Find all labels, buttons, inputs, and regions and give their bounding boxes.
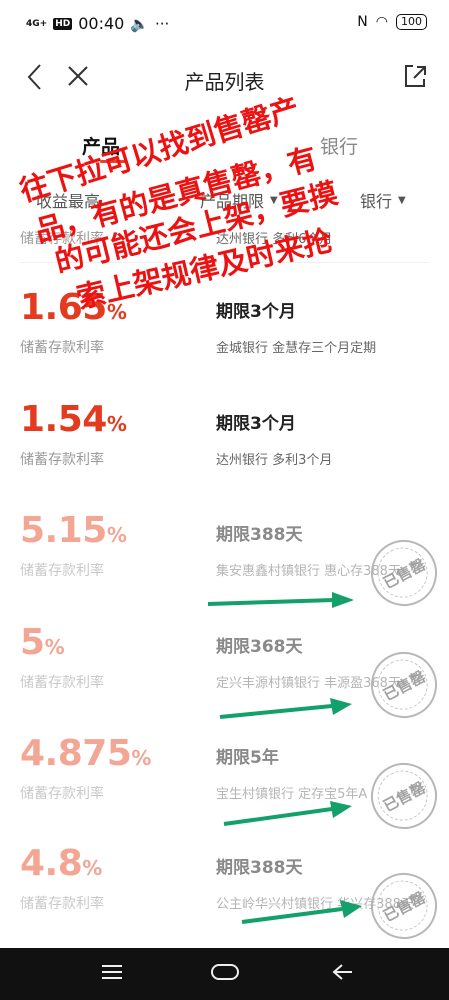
signal-indicator: 4G+ <box>26 18 48 29</box>
home-icon[interactable] <box>210 962 240 982</box>
rate-value: 1.54% <box>20 399 127 440</box>
term: 期限5年 <box>216 748 279 768</box>
wifi-icon: ◠ <box>375 14 388 30</box>
battery-indicator: 100 <box>396 14 427 30</box>
status-bar: 4G+ HD 00:40 🔈 ··· N ◠ 100 <box>0 0 449 48</box>
bank-name: 金城银行 金慧存三个月定期 <box>216 341 377 356</box>
nfc-icon: N <box>357 14 368 30</box>
term: 期限3个月 <box>216 414 296 434</box>
system-nav-bar <box>0 948 449 1000</box>
bank-name: 达州银行 多利6个月 <box>216 232 333 247</box>
more-icon: ··· <box>155 14 170 33</box>
tab-banks[interactable]: 银行 <box>320 132 358 159</box>
filter-yield[interactable]: 收益最高 <box>36 188 100 212</box>
tab-indicator <box>100 160 126 163</box>
list-item-partial[interactable]: 储蓄存款利率 达州银行 多利6个月 <box>0 212 449 252</box>
sold-out-stamp: 已售罄 <box>359 861 449 951</box>
status-time: 00:40 <box>78 14 125 33</box>
rate-label: 储蓄存款利率 <box>20 231 104 247</box>
annotation-arrow <box>219 698 352 719</box>
tab-products[interactable]: 产品 <box>82 132 120 159</box>
filter-yield-label: 收益最高 <box>36 192 101 211</box>
rate-label: 储蓄存款利率 <box>20 786 104 802</box>
list-item[interactable]: 1.54% 储蓄存款利率 期限3个月 达州银行 多利3个月 <box>0 399 449 511</box>
tab-bar: 产品 银行 <box>0 120 449 164</box>
annotation-arrow <box>223 801 352 826</box>
back-icon[interactable] <box>330 962 354 982</box>
caret-down-icon: ▼ <box>270 194 278 206</box>
share-icon[interactable] <box>401 62 429 90</box>
annotation-arrow <box>241 900 362 924</box>
rate-value: 1.65% <box>20 287 127 328</box>
term: 期限3个月 <box>216 302 296 322</box>
rate-label: 储蓄存款利率 <box>20 563 104 579</box>
mute-icon: 🔈 <box>130 14 150 33</box>
rate-label: 储蓄存款利率 <box>20 675 104 691</box>
sold-out-stamp: 已售罄 <box>359 640 449 730</box>
list-item[interactable]: 4.8% 储蓄存款利率 期限388天 公主岭华兴村镇银行 华兴存388天 已售罄 <box>0 843 449 955</box>
filter-term[interactable]: 产品期限 ▼ <box>200 188 278 212</box>
filter-bank-label: 银行 <box>360 192 393 211</box>
rate-value: 5% <box>20 622 65 663</box>
rate-label: 储蓄存款利率 <box>20 340 104 356</box>
page-title: 产品列表 <box>184 70 265 94</box>
rate-value: 4.875% <box>20 733 151 774</box>
rate-label: 储蓄存款利率 <box>20 452 104 468</box>
menu-icon[interactable] <box>100 962 124 982</box>
sold-out-stamp: 已售罄 <box>359 528 449 618</box>
sold-out-stamp: 已售罄 <box>359 751 449 841</box>
annotation-arrow <box>207 592 354 608</box>
filter-term-label: 产品期限 <box>200 192 265 211</box>
term: 期限368天 <box>216 637 303 657</box>
caret-down-icon: ▼ <box>398 194 406 206</box>
nav-bar: 产品列表 <box>0 48 449 108</box>
term: 期限388天 <box>216 525 303 545</box>
rate-value: 4.8% <box>20 843 102 884</box>
list-item[interactable]: 1.65% 储蓄存款利率 期限3个月 金城银行 金慧存三个月定期 <box>0 287 449 399</box>
divider <box>20 262 430 263</box>
term: 期限388天 <box>216 858 303 878</box>
hd-badge: HD <box>53 17 73 30</box>
bank-name: 达州银行 多利3个月 <box>216 453 333 468</box>
rate-label: 储蓄存款利率 <box>20 896 104 912</box>
rate-value: 5.15% <box>20 510 127 551</box>
filter-bank[interactable]: 银行 ▼ <box>360 188 406 212</box>
